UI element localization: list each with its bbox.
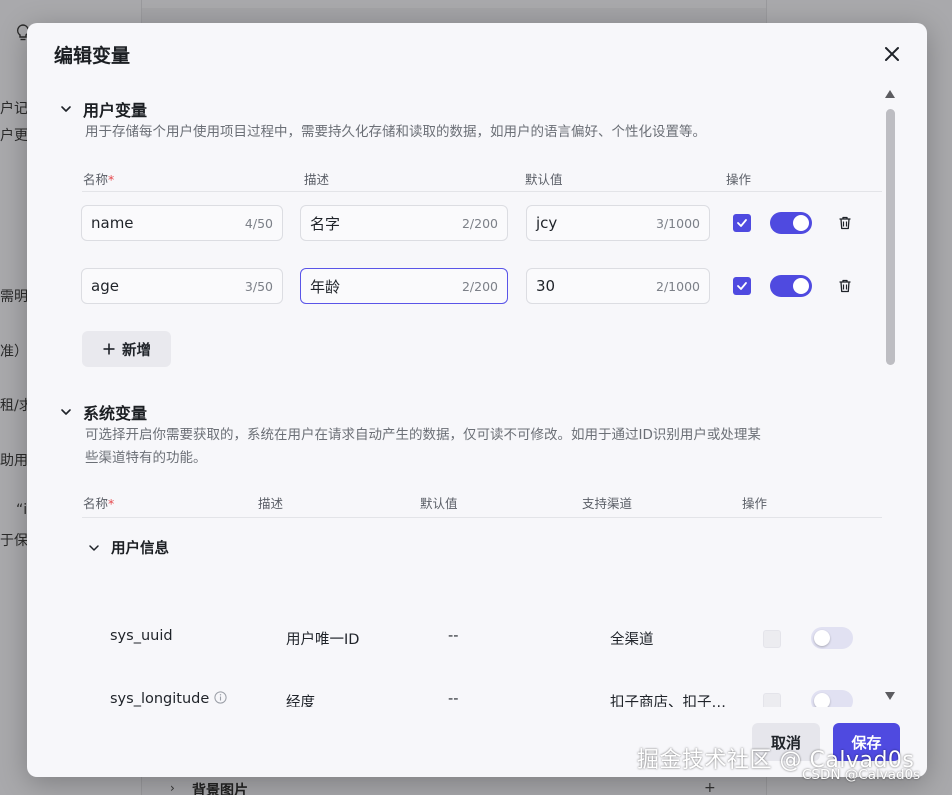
chevron-down-icon [61, 409, 71, 415]
char-count: 2/1000 [656, 278, 700, 294]
chevron-down-icon [89, 544, 99, 551]
column-header-name: 名称* [83, 496, 115, 511]
column-header-default: 默认值 [420, 496, 458, 511]
system-var-channels: 全渠道 [610, 632, 654, 648]
column-header-channels: 支持渠道 [582, 496, 633, 511]
watermark-sub: CSDN @Calvad0s [802, 767, 921, 783]
section-description-line: 些渠道特有的功能。 [85, 450, 207, 466]
column-header-name: 名称* [83, 172, 115, 187]
section-title: 系统变量 [83, 404, 148, 423]
info-icon[interactable] [214, 691, 227, 704]
char-count: 4/50 [244, 215, 273, 231]
input-value: 年龄 [310, 277, 341, 296]
system-var-default: -- [448, 691, 459, 707]
variable-desc-input[interactable]: 年龄 2/200 [300, 268, 508, 304]
background-text: 准） [0, 344, 28, 360]
system-var-default: -- [448, 628, 459, 644]
system-var-enable-toggle[interactable] [811, 690, 853, 707]
scroll-down-arrow-icon[interactable] [884, 691, 896, 701]
char-count: 3/1000 [656, 215, 700, 231]
input-value: name [91, 214, 134, 232]
variable-default-input[interactable]: jcy 3/1000 [526, 205, 710, 241]
background-section-label: 背景图片 [192, 783, 248, 795]
system-vars-header[interactable]: 系统变量 [59, 400, 147, 424]
trash-icon[interactable] [837, 278, 853, 294]
scrollbar-thumb[interactable] [886, 109, 895, 365]
header-divider [82, 517, 882, 518]
input-value: 名字 [310, 214, 341, 233]
char-count: 2/200 [461, 278, 498, 294]
group-title: 用户信息 [111, 541, 169, 557]
variable-name-input[interactable]: name 4/50 [81, 205, 283, 241]
background-text: “i [16, 502, 28, 518]
dialog-scroll-content: 用户变量 用于存储每个用户使用项目过程中，需要持久化存储和读取的数据，如用户的语… [27, 87, 927, 707]
close-icon[interactable] [881, 43, 903, 65]
add-button-label: 新增 [122, 342, 151, 359]
input-value: 30 [536, 277, 556, 295]
system-var-checkbox[interactable] [763, 693, 781, 707]
system-var-checkbox[interactable] [763, 630, 781, 648]
input-value: age [91, 277, 119, 295]
system-var-desc: 用户唯一ID [286, 632, 360, 648]
variable-name-input[interactable]: age 3/50 [81, 268, 283, 304]
header-divider [82, 191, 882, 192]
input-value: jcy [536, 214, 558, 232]
variable-default-input[interactable]: 30 2/1000 [526, 268, 710, 304]
background-text: 助用 [0, 453, 28, 469]
plus-icon: + [704, 780, 716, 795]
dialog-title: 编辑变量 [54, 45, 131, 67]
variable-checkbox[interactable] [733, 214, 751, 232]
section-description-line: 可选择开启你需要获取的，系统在用户在请求自动产生的数据，仅可读不可修改。如用于通… [85, 427, 761, 443]
variable-enable-toggle[interactable] [770, 212, 812, 234]
column-header-desc: 描述 [258, 496, 284, 511]
check-icon [737, 219, 747, 227]
scroll-up-arrow-icon[interactable] [884, 89, 896, 99]
column-header-actions: 操作 [742, 496, 768, 511]
trash-icon[interactable] [837, 215, 853, 231]
section-title: 用户变量 [83, 101, 148, 120]
edit-variables-dialog: 编辑变量 用户变量 用于存储每个用户使用项目过程中，需要持久化存储和读取的数据，… [27, 23, 927, 777]
system-var-name: sys_longitude [110, 691, 227, 707]
background-topbar [142, 0, 766, 8]
system-var-enable-toggle[interactable] [811, 627, 853, 649]
char-count: 2/200 [461, 215, 498, 231]
system-var-name: sys_uuid [110, 628, 173, 644]
plus-icon [103, 343, 115, 355]
section-description: 用于存储每个用户使用项目过程中，需要持久化存储和读取的数据，如用户的语言偏好、个… [85, 124, 706, 140]
chevron-right-icon: › [170, 781, 175, 795]
system-var-desc: 经度 [286, 695, 315, 707]
system-var-channels: 扣子商店、扣子… [610, 695, 726, 707]
column-header-default: 默认值 [525, 172, 563, 187]
user-vars-header[interactable]: 用户变量 [59, 97, 147, 121]
column-header-desc: 描述 [304, 172, 330, 187]
variable-enable-toggle[interactable] [770, 275, 812, 297]
check-icon [737, 282, 747, 290]
column-header-actions: 操作 [726, 172, 752, 187]
chevron-down-icon [61, 106, 71, 112]
add-variable-button[interactable]: 新增 [82, 331, 171, 367]
background-text: 户更 [0, 128, 28, 144]
background-text: 户记 [0, 101, 28, 117]
variable-checkbox[interactable] [733, 277, 751, 295]
variable-desc-input[interactable]: 名字 2/200 [300, 205, 508, 241]
user-info-group-header[interactable]: 用户信息 [87, 537, 169, 558]
dialog-scrollbar[interactable] [884, 89, 896, 701]
char-count: 3/50 [244, 278, 273, 294]
